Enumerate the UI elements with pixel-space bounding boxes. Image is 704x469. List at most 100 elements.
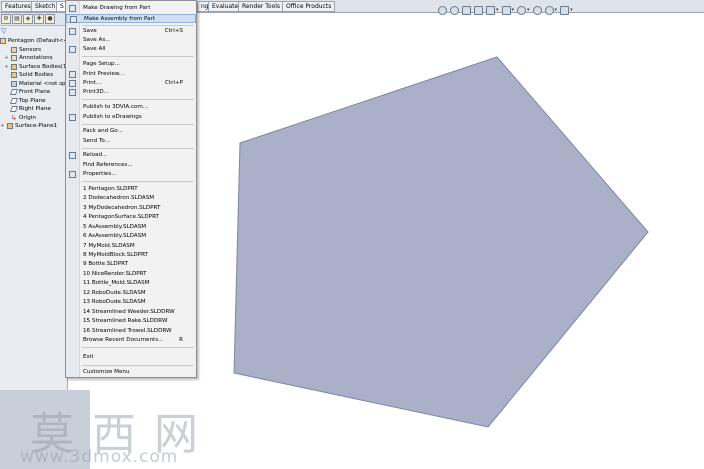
menu-item-label: 8 MyMoldBlock.SLDPRT xyxy=(83,252,148,258)
tree-item-label: Right Plane xyxy=(19,106,51,112)
tree-item-surface-bodies[interactable]: + Surface Bodies(1) xyxy=(0,63,69,72)
tree-item-label: Sensors xyxy=(19,46,42,53)
menu-item-label: Pack and Go... xyxy=(83,128,123,134)
save-icon xyxy=(69,28,76,35)
chevron-down-icon[interactable]: ▾ xyxy=(570,7,573,13)
menu-item-1-pentagon-sldprt[interactable]: 1 Pentagon.SLDPRT xyxy=(66,185,196,194)
menu-item-make-assembly-from-part[interactable]: Make Assembly from Part xyxy=(66,14,196,23)
menu-item-reload[interactable]: Reload... xyxy=(66,151,196,160)
menu-item-save[interactable]: Save Ctrl+S xyxy=(66,27,196,36)
tree-item-annotations[interactable]: + Annotations xyxy=(0,54,67,63)
menu-item-print-preview[interactable]: Print Preview... xyxy=(66,70,196,79)
tree-item-label: Annotations xyxy=(19,55,53,61)
view-settings-icon[interactable] xyxy=(560,5,570,15)
menu-item-14-streamlined-weeder-slddrw[interactable]: 14 Streamlined Weeder.SLDDRW xyxy=(66,308,196,317)
menu-item-save-all[interactable]: Save All xyxy=(66,45,196,54)
menu-item-label: Publish to eDrawings xyxy=(83,114,142,120)
menu-item-publish-to-3dvia-com[interactable]: Publish to 3DVIA.com... xyxy=(66,103,196,112)
plane-icon xyxy=(9,106,19,113)
expand-icon[interactable]: + xyxy=(0,122,5,131)
menu-item-7-mymold-sldasm[interactable]: 7 MyMold.SLDASM xyxy=(66,242,196,251)
menu-item-3-mydodecahedron-sldprt[interactable]: 3 MyDodecahedron.SLDPRT xyxy=(66,204,196,213)
menu-item-11-bottle-mold-sldasm[interactable]: 11 Bottle_Mold.SLDASM xyxy=(66,279,196,288)
menu-item-10-nicerender-sldprt[interactable]: 10 NiceRender.SLDPRT xyxy=(66,270,196,279)
tree-item-solid-bodies[interactable]: Solid Bodies xyxy=(0,71,67,80)
menu-item-browse-recent-documents[interactable]: Browse Recent Documents... R xyxy=(66,336,196,345)
menu-item-4-pentagonsurface-sldprt[interactable]: 4 PentagonSurface.SLDPRT xyxy=(66,213,196,222)
menu-item-2-dodecahedron-sldasm[interactable]: 2 Dodecahedron.SLDASM xyxy=(66,194,196,203)
display-manager-icon[interactable]: ● xyxy=(45,14,55,24)
feature-tree-icon[interactable]: ⚙ xyxy=(1,14,11,24)
expand-icon[interactable]: + xyxy=(4,63,9,72)
hide-show-icon[interactable] xyxy=(517,5,527,15)
menu-item-label: Print Preview... xyxy=(83,71,125,77)
menu-item-13-robodude-sldasm[interactable]: 13 RoboDude.SLDASM xyxy=(66,298,196,307)
print-preview-icon xyxy=(69,71,76,78)
menu-item-label: Send To... xyxy=(83,138,110,144)
menu-item-customize-menu[interactable]: Customize Menu xyxy=(66,368,196,377)
display-style-icon[interactable] xyxy=(501,5,511,15)
configuration-manager-icon[interactable]: ◈ xyxy=(23,14,33,24)
menu-item-properties[interactable]: Properties... xyxy=(66,170,196,179)
menu-item-label: Make Drawing from Part xyxy=(83,5,151,11)
edit-appearance-icon[interactable] xyxy=(532,5,542,15)
menu-item-find-references[interactable]: Find References... xyxy=(66,161,196,170)
menu-item-publish-to-edrawings[interactable]: Publish to eDrawings xyxy=(66,113,196,122)
menu-item-label: Save xyxy=(83,28,97,34)
menu-item-exit[interactable]: Exit xyxy=(66,353,196,362)
chevron-down-icon[interactable]: ▾ xyxy=(555,7,558,13)
property-manager-icon[interactable]: ▤ xyxy=(12,14,22,24)
tree-item-top-plane[interactable]: Top Plane xyxy=(0,97,67,106)
menu-item-print3d[interactable]: Print3D... xyxy=(66,88,196,97)
tree-item-label: Surface Bodies(1) xyxy=(19,63,69,70)
annotation-icon xyxy=(11,55,17,62)
menu-item-9-bottle-sldprt[interactable]: 9 Bottle.SLDPRT xyxy=(66,260,196,269)
previous-view-icon[interactable] xyxy=(462,5,471,15)
menu-item-shortcut: Ctrl+P xyxy=(164,80,183,86)
tree-item-surface-plane[interactable]: + Surface-Plane1 xyxy=(0,122,67,131)
tree-item-label: Surface-Plane1 xyxy=(15,123,58,129)
menu-item-save-as[interactable]: Save As... xyxy=(66,36,196,45)
chevron-down-icon[interactable]: ▾ xyxy=(496,7,499,13)
menu-item-make-drawing-from-part[interactable]: Make Drawing from Part xyxy=(66,4,196,13)
tree-item-origin[interactable]: ↳ Origin xyxy=(0,114,67,123)
section-view-icon[interactable] xyxy=(474,5,483,15)
menu-item-16-streamlined-trowel-slddrw[interactable]: 16 Streamlined Trowel.SLDDRW xyxy=(66,327,196,336)
zoom-to-fit-icon[interactable] xyxy=(438,5,447,15)
feature-tree: Pentagon (Default<< Sensors + Annotations… xyxy=(0,36,69,131)
menu-item-label: 15 Streamlined Rake.SLDDRW xyxy=(83,318,168,324)
tab-features[interactable]: Features xyxy=(1,1,35,12)
menu-item-label: Page Setup... xyxy=(83,61,120,67)
menu-item-label: Save All xyxy=(83,46,106,52)
zoom-area-icon[interactable] xyxy=(450,5,459,15)
expand-icon[interactable]: + xyxy=(4,54,9,63)
menu-item-page-setup[interactable]: Page Setup... xyxy=(66,60,196,69)
tab-office-products[interactable]: Office Products xyxy=(282,1,336,12)
apply-scene-icon[interactable] xyxy=(544,5,554,15)
menu-item-8-mymoldblock-sldprt[interactable]: 8 MyMoldBlock.SLDPRT xyxy=(66,251,196,260)
menu-item-label: Exit xyxy=(83,354,94,360)
menu-item-send-to[interactable]: Send To... xyxy=(66,137,196,146)
tree-item-right-plane[interactable]: Right Plane xyxy=(0,105,67,114)
tree-item-part[interactable]: Pentagon (Default<< xyxy=(0,37,68,46)
tab-sketch[interactable]: Sketch xyxy=(31,1,60,12)
menu-item-15-streamlined-rake-slddrw[interactable]: 15 Streamlined Rake.SLDDRW xyxy=(66,317,196,326)
menu-item-12-robodude-sldasm[interactable]: 12 RoboDude.SLDASM xyxy=(66,289,196,298)
menu-item-print[interactable]: Print... Ctrl+P xyxy=(66,79,196,88)
menu-item-5-asassembly-sldasm[interactable]: 5 AsAssembly.SLDASM xyxy=(66,223,196,232)
menu-item-label: 2 Dodecahedron.SLDASM xyxy=(83,195,155,201)
chevron-down-icon[interactable]: ▾ xyxy=(512,7,515,13)
dimxpert-icon[interactable]: ✚ xyxy=(34,14,44,24)
tree-item-material[interactable]: Material <not spe xyxy=(0,80,69,89)
tree-item-sensors[interactable]: Sensors xyxy=(0,46,67,55)
menu-separator xyxy=(82,181,194,182)
menu-item-6-asassembly-sldasm[interactable]: 6 AsAssembly.SLDASM xyxy=(66,232,196,241)
menu-item-pack-and-go[interactable]: Pack and Go... xyxy=(66,127,196,136)
view-orientation-icon[interactable] xyxy=(486,5,495,15)
filter-icon[interactable]: ▽ xyxy=(0,26,67,36)
menu-separator xyxy=(82,365,194,366)
chevron-down-icon[interactable]: ▾ xyxy=(527,7,530,13)
menu-item-label: 5 AsAssembly.SLDASM xyxy=(83,224,147,230)
tree-item-front-plane[interactable]: Front Plane xyxy=(0,88,67,97)
tab-render-tools[interactable]: Render Tools xyxy=(238,1,285,12)
